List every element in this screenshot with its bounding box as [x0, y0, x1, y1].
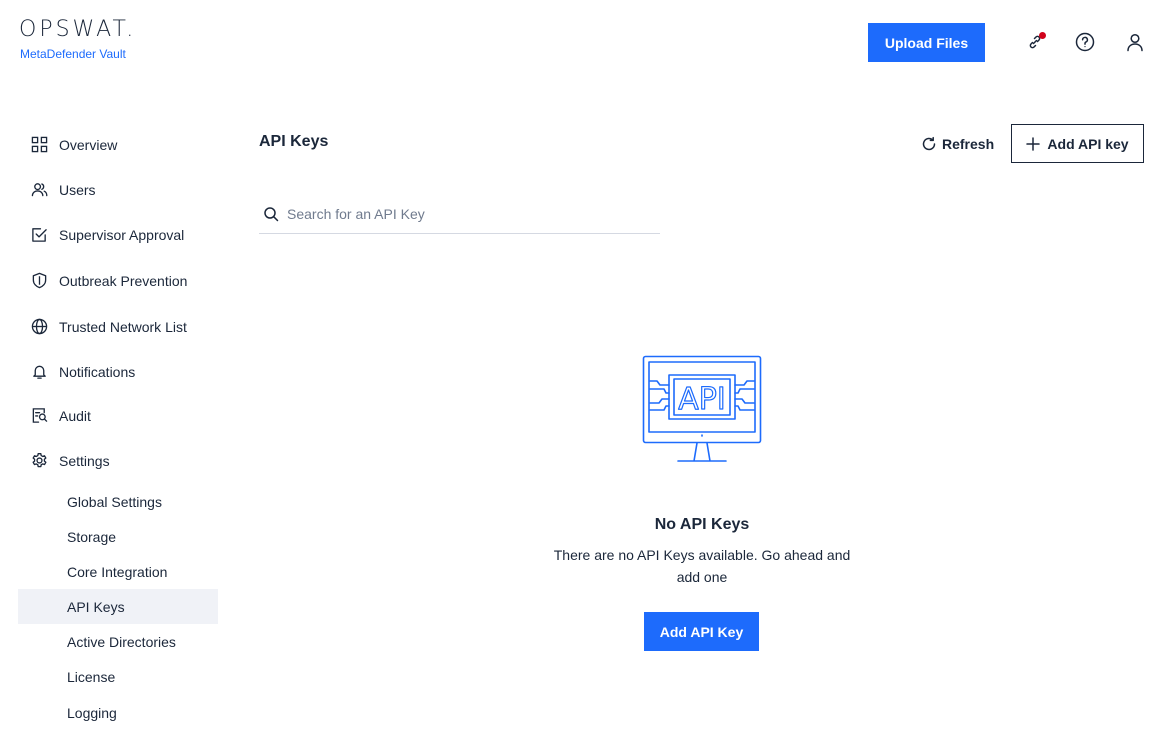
- sidebar-subitem-label: API Keys: [67, 598, 125, 615]
- sidebar-subitem-api-keys[interactable]: API Keys: [18, 589, 218, 624]
- refresh-icon: [922, 136, 936, 151]
- sidebar-subitem-label: Core Integration: [67, 563, 168, 580]
- logo-wordmark: OPSWAT.: [19, 17, 137, 42]
- shield-icon: [30, 272, 48, 290]
- sidebar-subitem-logging[interactable]: Logging: [18, 695, 218, 730]
- sidebar-subitem-label: Storage: [67, 528, 117, 545]
- refresh-button[interactable]: Refresh: [921, 133, 994, 155]
- sidebar-item-label: Trusted Network List: [59, 318, 187, 335]
- upload-files-button[interactable]: Upload Files: [868, 23, 985, 62]
- user-icon[interactable]: [1124, 31, 1146, 53]
- gear-icon: [30, 452, 48, 470]
- notification-dot: [1039, 32, 1046, 39]
- sidebar-item-label: Supervisor Approval: [59, 226, 185, 243]
- sidebar-subitem-label: Global Settings: [67, 493, 162, 510]
- sidebar-item-supervisor-approval[interactable]: Supervisor Approval: [18, 217, 218, 252]
- plus-icon: [1026, 136, 1041, 151]
- sidebar-item-label: Audit: [59, 407, 91, 424]
- notification-link-icon[interactable]: [1024, 31, 1046, 53]
- sidebar-item-label: Settings: [59, 452, 110, 469]
- sidebar-item-outbreak-prevention[interactable]: Outbreak Prevention: [18, 263, 218, 298]
- users-icon: [30, 181, 48, 199]
- sidebar-item-label: Notifications: [59, 363, 136, 380]
- illustration-api-text: API: [678, 382, 725, 417]
- sidebar-item-notifications[interactable]: Notifications: [18, 354, 218, 389]
- sidebar-subitem-active-directories[interactable]: Active Directories: [18, 624, 218, 659]
- help-icon[interactable]: [1074, 31, 1096, 53]
- approval-icon: [30, 226, 48, 244]
- sidebar-subitem-label: Active Directories: [67, 633, 176, 650]
- empty-state-title: No API Keys: [654, 516, 750, 533]
- page-title: API Keys: [259, 133, 329, 150]
- sidebar-subitem-storage[interactable]: Storage: [18, 519, 218, 554]
- sidebar-item-label: Users: [59, 181, 96, 198]
- add-api-key-label: Add API key: [1047, 135, 1129, 152]
- sidebar-item-settings[interactable]: Settings: [18, 443, 218, 478]
- sidebar-subitem-license[interactable]: License: [18, 659, 218, 694]
- sidebar-item-audit[interactable]: Audit: [18, 398, 218, 433]
- sidebar-subitem-core-integration[interactable]: Core Integration: [18, 554, 218, 589]
- search-field[interactable]: [259, 198, 660, 234]
- logo[interactable]: OPSWAT. MetaDefender Vault: [19, 17, 137, 62]
- api-monitor-illustration: API: [642, 355, 762, 462]
- refresh-label: Refresh: [942, 136, 995, 152]
- sidebar-item-trusted-network-list[interactable]: Trusted Network List: [18, 309, 218, 344]
- search-input[interactable]: [287, 202, 647, 226]
- add-api-key-primary-button[interactable]: Add API Key: [644, 612, 759, 651]
- bell-icon: [30, 363, 48, 381]
- sidebar-item-overview[interactable]: Overview: [18, 127, 218, 162]
- audit-icon: [30, 407, 48, 425]
- sidebar-subitem-label: License: [67, 668, 116, 685]
- globe-icon: [30, 318, 48, 336]
- sidebar-item-label: Overview: [59, 136, 118, 153]
- grid-icon: [30, 136, 48, 154]
- sidebar-item-users[interactable]: Users: [18, 172, 218, 207]
- sidebar-subitem-global-settings[interactable]: Global Settings: [18, 484, 218, 519]
- sidebar-subitem-label: Logging: [67, 704, 117, 721]
- search-icon: [264, 207, 279, 222]
- sidebar-item-label: Outbreak Prevention: [59, 272, 188, 289]
- empty-state-description: There are no API Keys available. Go ahea…: [553, 547, 851, 585]
- product-name: MetaDefender Vault: [20, 47, 126, 61]
- add-api-key-button[interactable]: Add API key: [1011, 124, 1144, 163]
